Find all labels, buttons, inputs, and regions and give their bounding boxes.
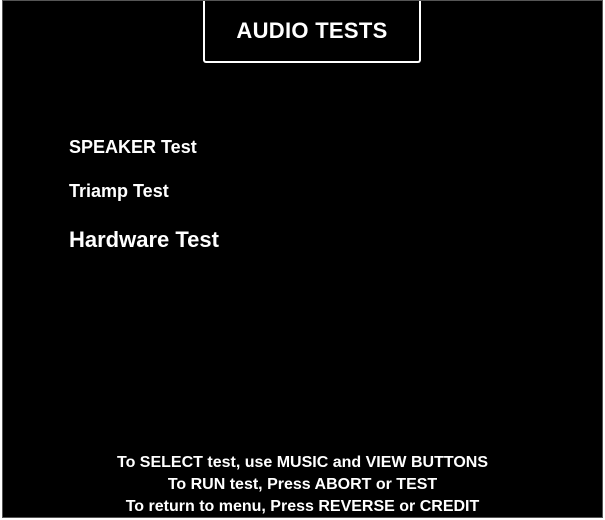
menu-item-triamp-test[interactable]: Triamp Test <box>69 181 169 202</box>
menu-item-speaker-test[interactable]: SPEAKER Test <box>69 137 197 158</box>
instruction-run: To RUN test, Press ABORT or TEST <box>167 476 438 493</box>
title-box: AUDIO TESTS <box>203 1 421 63</box>
audio-tests-screen: AUDIO TESTS SPEAKER Test Triamp Test Har… <box>2 0 603 518</box>
instructions: To SELECT test, use MUSIC and VIEW BUTTO… <box>3 452 602 518</box>
page-title: AUDIO TESTS <box>236 18 388 43</box>
instruction-return: To return to menu, Press REVERSE or CRED… <box>125 498 480 515</box>
instruction-select: To SELECT test, use MUSIC and VIEW BUTTO… <box>117 454 488 471</box>
menu-item-hardware-test[interactable]: Hardware Test <box>69 227 219 253</box>
